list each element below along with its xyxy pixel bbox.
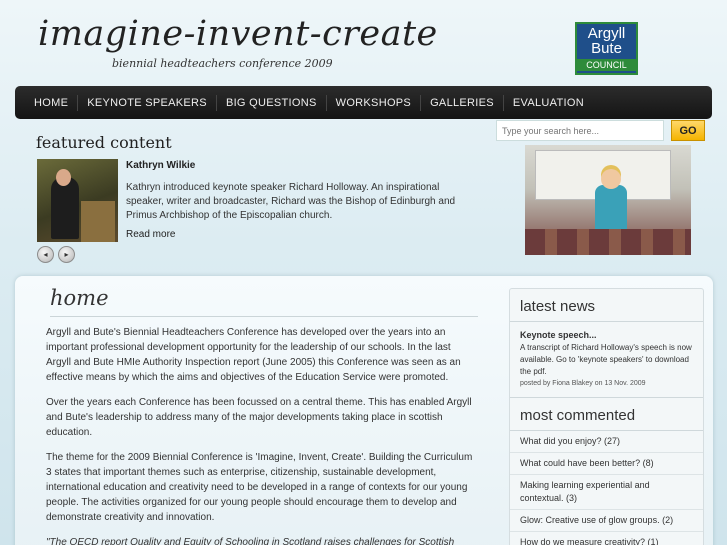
latest-news-heading: latest news <box>510 289 703 322</box>
read-more-link[interactable]: Read more <box>126 229 175 240</box>
nav-big-questions[interactable]: BIG QUESTIONS <box>215 94 326 111</box>
sidebar: latest news Keynote speech... A transcri… <box>509 288 704 545</box>
news-item-meta: posted by Fiona Blakey on 13 Nov. 2009 <box>520 380 646 387</box>
main-content: home Argyll and Bute's Biennial Headteac… <box>46 286 478 545</box>
logo-line-council: COUNCIL <box>577 59 636 71</box>
nav-galleries[interactable]: GALLERIES <box>420 94 503 111</box>
page-title: home <box>50 286 478 317</box>
argyll-bute-council-logo[interactable]: Argyll Bute COUNCIL <box>575 22 638 75</box>
intro-paragraph-1: Argyll and Bute's Biennial Headteachers … <box>46 327 461 383</box>
most-commented-item[interactable]: Making learning experiential and context… <box>510 475 703 510</box>
most-commented-item[interactable]: Glow: Creative use of glow groups. (2) <box>510 510 703 532</box>
speaker-figure <box>51 177 79 239</box>
featured-photo[interactable] <box>37 159 118 242</box>
most-commented-item[interactable]: What could have been better? (8) <box>510 453 703 475</box>
teacher-figure <box>595 185 627 235</box>
slider-prev-icon[interactable]: ◂ <box>37 246 54 263</box>
nav-evaluation[interactable]: EVALUATION <box>502 94 593 111</box>
featured-name[interactable]: Kathryn Wilkie <box>126 160 195 171</box>
most-commented-heading: most commented <box>510 397 703 431</box>
news-item-title[interactable]: Keynote speech... <box>510 322 703 340</box>
logo-line-bute: Bute <box>591 40 622 57</box>
nav-keynote-speakers[interactable]: KEYNOTE SPEAKERS <box>77 94 216 111</box>
featured-description: Kathryn introduced keynote speaker Richa… <box>126 182 456 221</box>
nav-workshops[interactable]: WORKSHOPS <box>325 94 420 111</box>
site-title[interactable]: imagine-invent-create <box>38 14 438 54</box>
intro-paragraph-quote: "The OECD report Quality and Equity of S… <box>46 537 455 545</box>
nav-home[interactable]: HOME <box>25 95 77 111</box>
intro-paragraph-3: The theme for the 2009 Biennial Conferen… <box>46 452 473 523</box>
most-commented-item[interactable]: What did you enjoy? (27) <box>510 431 703 453</box>
site-subtitle: biennial headteachers conference 2009 <box>112 57 333 70</box>
logo-line-argyll: Argyll <box>587 25 626 42</box>
pupils-shape <box>525 229 691 255</box>
search-go-button[interactable]: GO <box>671 120 705 141</box>
most-commented-item[interactable]: How do we measure creativity? (1) <box>510 532 703 545</box>
news-item-text: A transcript of Richard Holloway's speec… <box>520 343 692 376</box>
speaker-face <box>56 169 71 186</box>
slider-next-icon[interactable]: ▸ <box>58 246 75 263</box>
search-input[interactable] <box>496 120 664 141</box>
lectern-shape <box>81 201 115 242</box>
featured-content-heading: featured content <box>36 133 172 152</box>
teacher-head <box>601 169 621 189</box>
classroom-photo <box>525 145 691 255</box>
intro-paragraph-2: Over the years each Conference has been … <box>46 397 472 438</box>
main-navigation: HOME KEYNOTE SPEAKERS BIG QUESTIONS WORK… <box>15 86 712 119</box>
